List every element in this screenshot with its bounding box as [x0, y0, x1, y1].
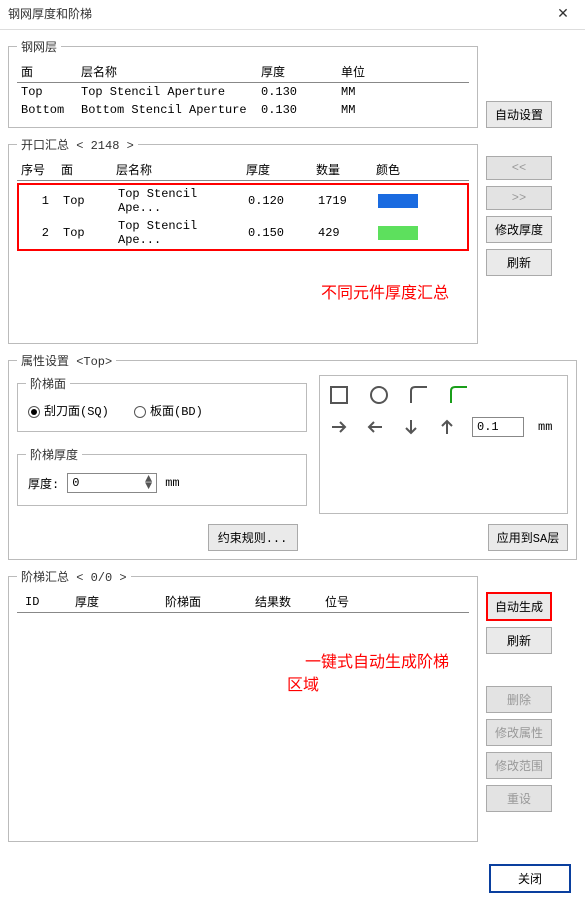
arrow-down-icon[interactable]: [400, 416, 422, 438]
aperture-fieldset: 开口汇总 < 2148 > 序号 面 层名称 厚度 数量 颜色 1: [8, 136, 478, 344]
col-seq: 序号: [17, 159, 57, 181]
radio-icon: [134, 406, 146, 418]
arrow-right-icon[interactable]: [328, 416, 350, 438]
shape-square-icon[interactable]: [328, 384, 350, 406]
titlebar: 钢网厚度和阶梯 ✕: [0, 0, 585, 30]
delete-button[interactable]: 删除: [486, 686, 552, 713]
step-side-fieldset: 阶梯面 刮刀面(SQ) 板面(BD): [17, 375, 307, 432]
move-down-button[interactable]: >>: [486, 186, 552, 210]
offset-unit: mm: [538, 420, 552, 434]
col-thickness: 厚度: [257, 61, 337, 83]
col-side: 阶梯面: [157, 591, 247, 613]
col-posno: 位号: [317, 591, 469, 613]
step-list-area[interactable]: 一键式自动生成阶梯 区域: [17, 613, 469, 833]
col-name: 层名称: [77, 61, 257, 83]
close-button[interactable]: 关闭: [489, 864, 571, 893]
shape-roundrect-green-icon[interactable]: [448, 384, 470, 406]
col-unit: 单位: [337, 61, 469, 83]
layer-legend: 钢网层: [17, 38, 61, 55]
constraint-button[interactable]: 约束规则...: [208, 524, 298, 551]
thickness-label: 厚度:: [28, 475, 59, 492]
step-table: ID 厚度 阶梯面 结果数 位号: [17, 591, 469, 613]
shape-circle-icon[interactable]: [368, 384, 390, 406]
col-side: 面: [17, 61, 77, 83]
thickness-stepper[interactable]: 0 ▲▼: [67, 473, 157, 493]
close-icon[interactable]: ✕: [541, 0, 585, 30]
step-legend: 阶梯汇总 < 0/0 >: [17, 568, 131, 585]
apply-sa-button[interactable]: 应用到SA层: [488, 524, 568, 551]
radio-sq[interactable]: 刮刀面(SQ): [28, 405, 109, 419]
thickness-unit: mm: [165, 476, 179, 490]
step-thickness-fieldset: 阶梯厚度 厚度: 0 ▲▼ mm: [17, 446, 307, 506]
annotation-aperture: 不同元件厚度汇总: [17, 279, 469, 303]
annotation-step2: 区域: [287, 671, 319, 695]
radio-bd[interactable]: 板面(BD): [134, 405, 203, 419]
layer-fieldset: 钢网层 面 层名称 厚度 单位 Top Top Stencil Aperture…: [8, 38, 478, 128]
col-thickness: 厚度: [67, 591, 157, 613]
table-row[interactable]: 1 Top Top Stencil Ape... 0.120 1719: [19, 185, 467, 217]
col-color: 颜色: [372, 159, 469, 181]
col-results: 结果数: [247, 591, 317, 613]
shape-roundrect-icon[interactable]: [408, 384, 430, 406]
table-row[interactable]: Bottom Bottom Stencil Aperture 0.130 MM: [17, 101, 469, 119]
col-side: 面: [57, 159, 112, 181]
attr-legend: 属性设置 <Top>: [17, 352, 116, 369]
aperture-legend: 开口汇总 < 2148 >: [17, 136, 138, 153]
window-title: 钢网厚度和阶梯: [8, 8, 92, 22]
layer-table: 面 层名称 厚度 单位 Top Top Stencil Aperture 0.1…: [17, 61, 469, 119]
auto-generate-button[interactable]: 自动生成: [486, 592, 552, 621]
col-thickness: 厚度: [242, 159, 312, 181]
modify-attr-button[interactable]: 修改属性: [486, 719, 552, 746]
modify-range-button[interactable]: 修改范围: [486, 752, 552, 779]
color-swatch: [378, 194, 418, 208]
col-qty: 数量: [312, 159, 372, 181]
step-thickness-legend: 阶梯厚度: [26, 446, 82, 463]
offset-input[interactable]: [472, 417, 524, 437]
col-id: ID: [17, 591, 67, 613]
arrow-left-icon[interactable]: [364, 416, 386, 438]
refresh-button[interactable]: 刷新: [486, 249, 552, 276]
attr-fieldset: 属性设置 <Top> 阶梯面 刮刀面(SQ) 板面(BD) 阶梯厚度 厚度: 0: [8, 352, 577, 560]
aperture-table: 序号 面 层名称 厚度 数量 颜色: [17, 159, 469, 181]
arrow-up-icon[interactable]: [436, 416, 458, 438]
step-fieldset: 阶梯汇总 < 0/0 > ID 厚度 阶梯面 结果数 位号 一键式自动生成阶梯 …: [8, 568, 478, 842]
color-swatch: [378, 226, 418, 240]
annotation-step1: 一键式自动生成阶梯: [305, 648, 449, 672]
aperture-highlight: 1 Top Top Stencil Ape... 0.120 1719 2 To…: [17, 183, 469, 251]
shape-panel: mm: [319, 375, 568, 514]
move-up-button[interactable]: <<: [486, 156, 552, 180]
radio-icon: [28, 406, 40, 418]
step-side-legend: 阶梯面: [26, 375, 70, 392]
auto-set-button[interactable]: 自动设置: [486, 101, 552, 128]
col-name: 层名称: [112, 159, 242, 181]
modify-thickness-button[interactable]: 修改厚度: [486, 216, 552, 243]
refresh-step-button[interactable]: 刷新: [486, 627, 552, 654]
table-row[interactable]: 2 Top Top Stencil Ape... 0.150 429: [19, 217, 467, 249]
reset-button[interactable]: 重设: [486, 785, 552, 812]
chevron-down-icon[interactable]: ▼: [145, 483, 152, 490]
table-row[interactable]: Top Top Stencil Aperture 0.130 MM: [17, 83, 469, 102]
